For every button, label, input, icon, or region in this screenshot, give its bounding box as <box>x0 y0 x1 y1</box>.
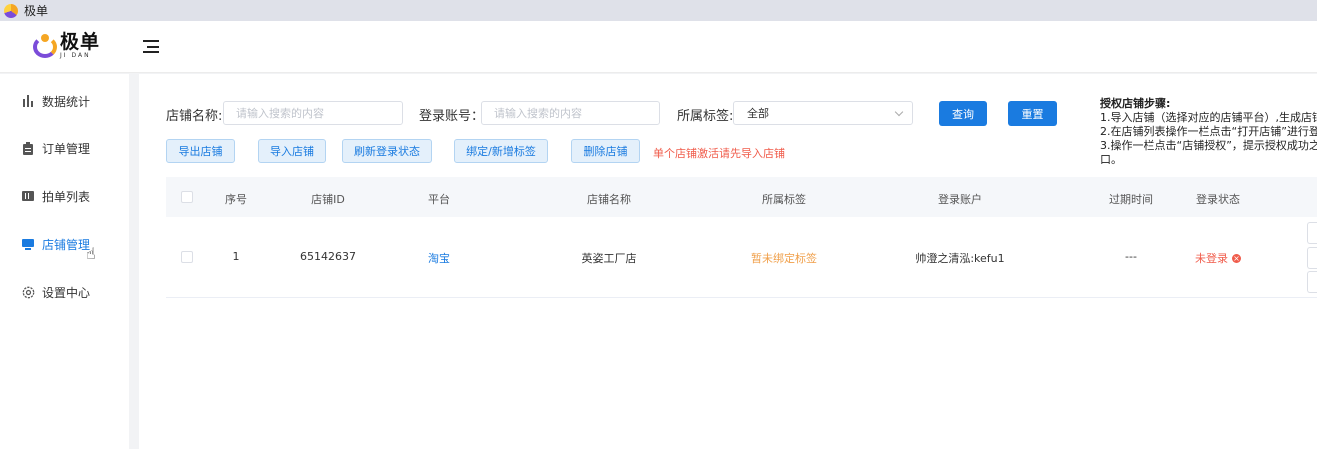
clipboard-icon <box>21 141 35 155</box>
cell-status: 未登录 × <box>1195 250 1241 266</box>
gear-icon <box>21 285 35 299</box>
sidebar-item-orders[interactable]: 订单管理 <box>0 131 129 165</box>
sidebar-item-store-management[interactable]: 店铺管理 <box>0 227 129 261</box>
chevron-down-icon <box>894 107 904 117</box>
auth-step-3-cont: 口。 <box>1100 153 1122 166</box>
sidebar-item-label: 数据统计 <box>42 94 91 109</box>
sidebar-item-settings[interactable]: 设置中心 <box>0 275 129 309</box>
column-header-store-id: 店铺ID <box>311 193 345 206</box>
tag-select-value: 全部 <box>747 107 769 120</box>
column-header-tag: 所属标签 <box>762 193 806 206</box>
logo: 极单 JI DAN <box>33 33 100 59</box>
sidebar-item-shot-list[interactable]: 拍单列表 <box>0 179 129 213</box>
row-checkbox[interactable] <box>181 251 193 263</box>
row-divider <box>166 297 1317 298</box>
window-title: 极单 <box>24 4 49 18</box>
cell-store-name: 英姿工厂店 <box>581 252 637 265</box>
bind-tag-button[interactable]: 绑定/新增标签 <box>454 139 548 163</box>
column-header-index: 序号 <box>225 193 247 206</box>
cell-platform[interactable]: 淘宝 <box>428 250 450 266</box>
sidebar-item-label: 设置中心 <box>42 285 91 300</box>
row-action-button[interactable] <box>1307 247 1317 269</box>
list-icon <box>21 189 35 203</box>
window-titlebar: 极单 <box>0 0 1317 21</box>
column-header-expire: 过期时间 <box>1109 193 1153 206</box>
sidebar: 数据统计 订单管理 拍单列表 店铺管理 设置中心 <box>0 74 129 449</box>
store-name-label: 店铺名称: <box>166 109 223 124</box>
account-input[interactable]: 请输入搜索的内容 <box>481 101 660 125</box>
app-header: 极单 JI DAN <box>0 21 1317 73</box>
mouse-pointer-icon: ☝ <box>86 244 96 263</box>
cell-tag: 暂未绑定标签 <box>751 252 817 265</box>
row-action-button[interactable] <box>1307 271 1317 293</box>
app-icon <box>4 3 18 18</box>
import-hint: 单个店铺激活请先导入店铺 <box>653 147 785 160</box>
auth-step-1: 1.导入店铺（选择对应的店铺平台）,生成店铺列 <box>1100 111 1317 124</box>
import-stores-button[interactable]: 导入店铺 <box>258 139 326 163</box>
column-header-store-name: 店铺名称 <box>587 193 631 206</box>
export-stores-button[interactable]: 导出店铺 <box>166 139 235 163</box>
column-header-status: 登录状态 <box>1196 193 1240 206</box>
bar-chart-icon <box>21 94 35 108</box>
auth-step-2: 2.在店铺列表操作一栏点击“打开店铺”进行登 <box>1100 125 1317 138</box>
tag-label: 所属标签: <box>677 109 734 124</box>
status-text: 未登录 <box>1195 252 1228 265</box>
column-header-account: 登录账户 <box>938 193 982 206</box>
select-all-checkbox[interactable] <box>181 191 193 203</box>
column-header-platform: 平台 <box>428 193 450 206</box>
cell-account: 帅澄之清泓:kefu1 <box>915 252 1005 265</box>
store-name-input[interactable]: 请输入搜索的内容 <box>223 101 403 125</box>
account-label: 登录账号： <box>419 109 485 124</box>
query-button[interactable]: 查询 <box>939 101 987 126</box>
sidebar-item-stats[interactable]: 数据统计 <box>0 84 129 118</box>
store-icon <box>21 237 35 251</box>
cell-index: 1 <box>232 250 240 263</box>
auth-steps-title: 授权店铺步骤: <box>1100 97 1171 110</box>
cell-expire: --- <box>1125 250 1137 263</box>
refresh-login-status-button[interactable]: 刷新登录状态 <box>342 139 432 163</box>
logo-text: 极单 <box>60 31 101 53</box>
delete-stores-button[interactable]: 删除店铺 <box>571 139 640 163</box>
sidebar-item-label: 店铺管理 <box>42 237 91 252</box>
close-circle-icon: × <box>1232 253 1241 263</box>
sidebar-item-label: 拍单列表 <box>42 189 91 204</box>
row-action-button[interactable] <box>1307 222 1317 244</box>
logo-mark-icon <box>33 34 57 58</box>
tag-select[interactable]: 全部 <box>733 101 913 125</box>
auth-steps: 授权店铺步骤: 1.导入店铺（选择对应的店铺平台）,生成店铺列 2.在店铺列表操… <box>1100 97 1317 167</box>
cell-store-id: 65142637 <box>300 250 356 263</box>
menu-toggle-icon[interactable] <box>143 40 159 53</box>
logo-subtext: JI DAN <box>60 52 91 59</box>
reset-button[interactable]: 重置 <box>1008 101 1057 126</box>
auth-step-3: 3.操作一栏点击“店铺授权”，提示授权成功之 <box>1100 139 1317 152</box>
sidebar-item-label: 订单管理 <box>42 141 91 156</box>
